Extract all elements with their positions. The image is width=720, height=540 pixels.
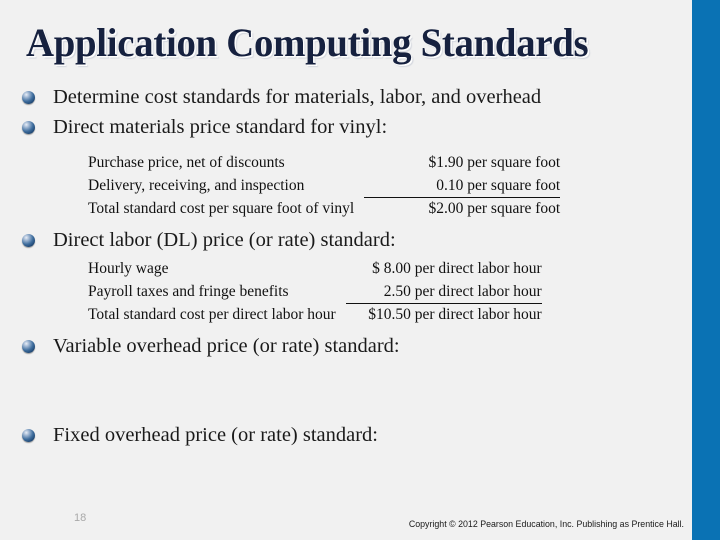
table-row: Delivery, receiving, and inspection 0.10… <box>88 174 561 198</box>
bullet-label: Determine cost standards for materials, … <box>53 86 542 108</box>
table-row: Hourly wage $ 8.00 per direct labor hour <box>88 258 542 281</box>
bullet-sphere-icon <box>22 429 35 442</box>
table-cell-value: 2.50 per direct labor hour <box>345 280 542 304</box>
table-row: Purchase price, net of discounts $1.90 p… <box>88 152 560 175</box>
bullet-sphere-icon <box>22 91 35 104</box>
bullet-item-determine-cost-standards: Determine cost standards for materials, … <box>22 84 541 111</box>
slide-canvas: Application Computing Standards Determin… <box>0 0 720 540</box>
table-cell-value: 0.10 per square foot <box>364 174 561 198</box>
bullet-sphere-icon <box>22 234 35 247</box>
table-cell-label: Purchase price, net of discounts <box>88 154 285 171</box>
bullet-label: Direct labor (DL) price (or rate) standa… <box>53 229 396 251</box>
bullet-item-direct-materials-price-standard: Direct materials price standard for viny… <box>22 114 387 141</box>
table-cell-label: Total standard cost per square foot of v… <box>88 200 355 217</box>
bullet-item-direct-labor-price-standard: Direct labor (DL) price (or rate) standa… <box>22 227 396 254</box>
bullet-sphere-icon <box>22 340 35 353</box>
slide-body: Determine cost standards for materials, … <box>0 84 692 504</box>
bullet-sphere-icon <box>22 121 35 134</box>
table-cell-value: $ 8.00 per direct labor hour <box>372 260 542 277</box>
table-row: Payroll taxes and fringe benefits 2.50 p… <box>88 280 542 304</box>
table-cell-label: Total standard cost per direct labor hou… <box>88 306 336 323</box>
table-cell-value: $1.90 per square foot <box>428 154 561 171</box>
table-cell-value: $2.00 per square foot <box>428 200 561 217</box>
page-number: 18 <box>74 512 87 524</box>
table-row: Total standard cost per direct labor hou… <box>88 304 542 327</box>
bullet-label: Fixed overhead price (or rate) standard: <box>53 424 379 446</box>
table-cell-label: Hourly wage <box>88 260 169 277</box>
bullet-item-fixed-overhead-price-standard: Fixed overhead price (or rate) standard: <box>22 422 378 449</box>
table-row: Total standard cost per square foot of v… <box>88 198 560 221</box>
table-cell-label: Delivery, receiving, and inspection <box>88 177 305 194</box>
bullet-label: Direct materials price standard for viny… <box>53 116 388 138</box>
bullet-label: Variable overhead price (or rate) standa… <box>53 335 400 357</box>
table-cell-label: Payroll taxes and fringe benefits <box>88 283 289 300</box>
right-accent-bar <box>692 0 720 540</box>
table-direct-materials-price-standard: Purchase price, net of discounts $1.90 p… <box>88 152 561 221</box>
table-direct-labor-price-standard: Hourly wage $ 8.00 per direct labor hour… <box>88 258 542 327</box>
copyright-notice: Copyright © 2012 Pearson Education, Inc.… <box>408 519 684 530</box>
table-cell-value: $10.50 per direct labor hour <box>368 306 542 323</box>
page-title: Application Computing Standards <box>26 20 589 65</box>
bullet-item-variable-overhead-price-standard: Variable overhead price (or rate) standa… <box>22 333 400 360</box>
